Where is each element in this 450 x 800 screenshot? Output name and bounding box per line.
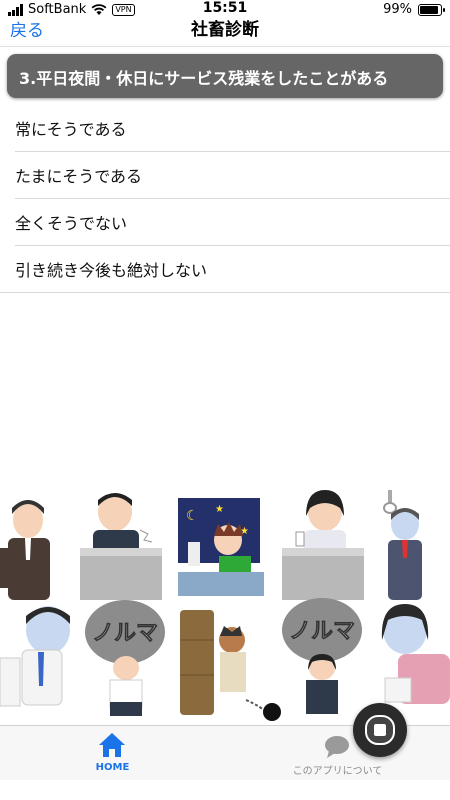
svg-text:☾: ☾ [186,508,199,524]
answer-option-label: 引き続き今後も絶対しない [15,261,208,280]
assistive-touch-button[interactable] [353,703,407,757]
boulder-quota-text: ノルマ [289,619,355,644]
tired-standing-worker [0,500,50,600]
tab-about-label: このアプリについて [292,766,383,777]
question-text: 3.平日夜間・休日にサービス残業をしたことがある [19,69,389,88]
tab-about-app[interactable]: このアプリについて [225,726,450,781]
tired-woman-desk-worker [282,490,364,600]
answer-list: 常にそうである たまにそうである 全くそうでない 引き続き今後も絶対しない [0,105,450,293]
chat-bubble-icon [325,736,349,758]
page-title: 社畜診断 [191,20,259,40]
chained-worker [180,610,281,721]
answer-option-label: たまにそうである [15,167,143,186]
office-workers-illustration: ☾ ★ ★ ノルマ ノルマ [0,490,450,721]
pondering-desk-worker [80,493,162,600]
tab-home-label: HOME [95,762,130,773]
answer-option-never[interactable]: 全くそうでない [15,199,450,246]
answer-option-always[interactable]: 常にそうである [15,105,450,152]
crawling-worker [0,606,70,707]
question-card: 3.平日夜間・休日にサービス残業をしたことがある [7,54,443,98]
bottom-safe-area [0,780,450,800]
night-overtime-worker: ☾ ★ ★ [178,498,264,596]
answer-option-label: 全くそうでない [15,214,128,233]
home-icon [99,733,125,757]
answer-option-label: 常にそうである [15,120,127,139]
commuter-worker [383,490,422,600]
boulder-carrying-worker: ノルマ [85,600,165,716]
boulder-quota-text: ノルマ [92,621,158,646]
answer-option-never-again[interactable]: 引き続き今後も絶対しない [0,246,450,293]
boulder-carrying-woman-worker: ノルマ [282,598,362,714]
kneeling-woman-worker [381,604,450,704]
answer-option-sometimes[interactable]: たまにそうである [15,152,450,199]
assistive-touch-square-icon [374,724,386,736]
svg-text:★: ★ [215,504,224,515]
tab-home[interactable]: HOME [0,726,225,781]
navigation-bar: 戻る 社畜診断 [0,10,450,47]
